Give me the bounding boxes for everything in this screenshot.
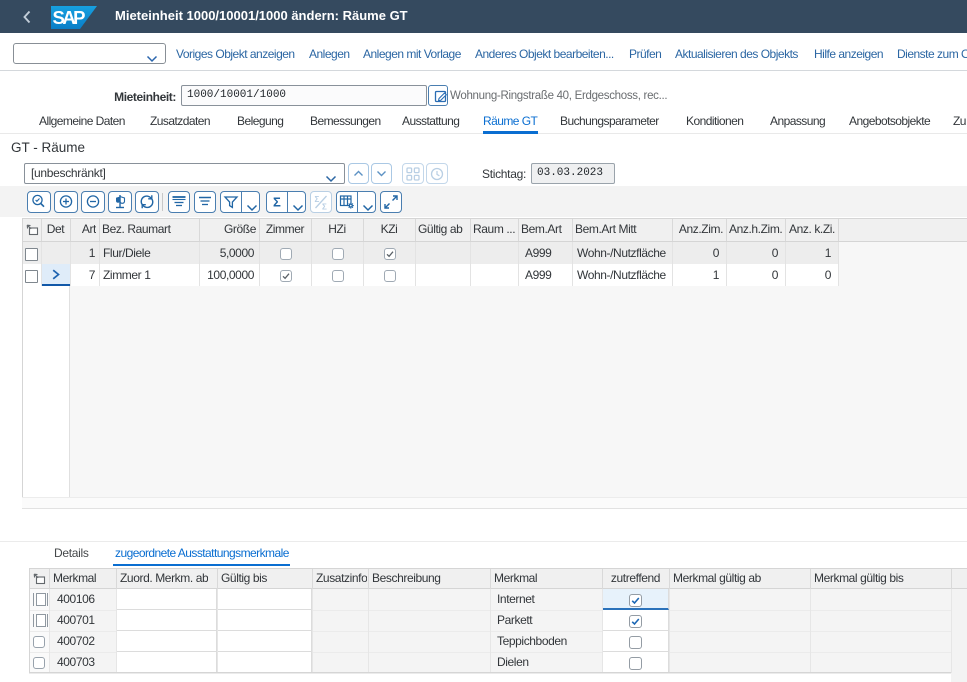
svg-text:SAP: SAP xyxy=(53,7,86,28)
svg-text:Σ: Σ xyxy=(315,195,320,204)
svg-text:Σ: Σ xyxy=(273,195,281,210)
svg-text:Σ: Σ xyxy=(322,203,327,212)
